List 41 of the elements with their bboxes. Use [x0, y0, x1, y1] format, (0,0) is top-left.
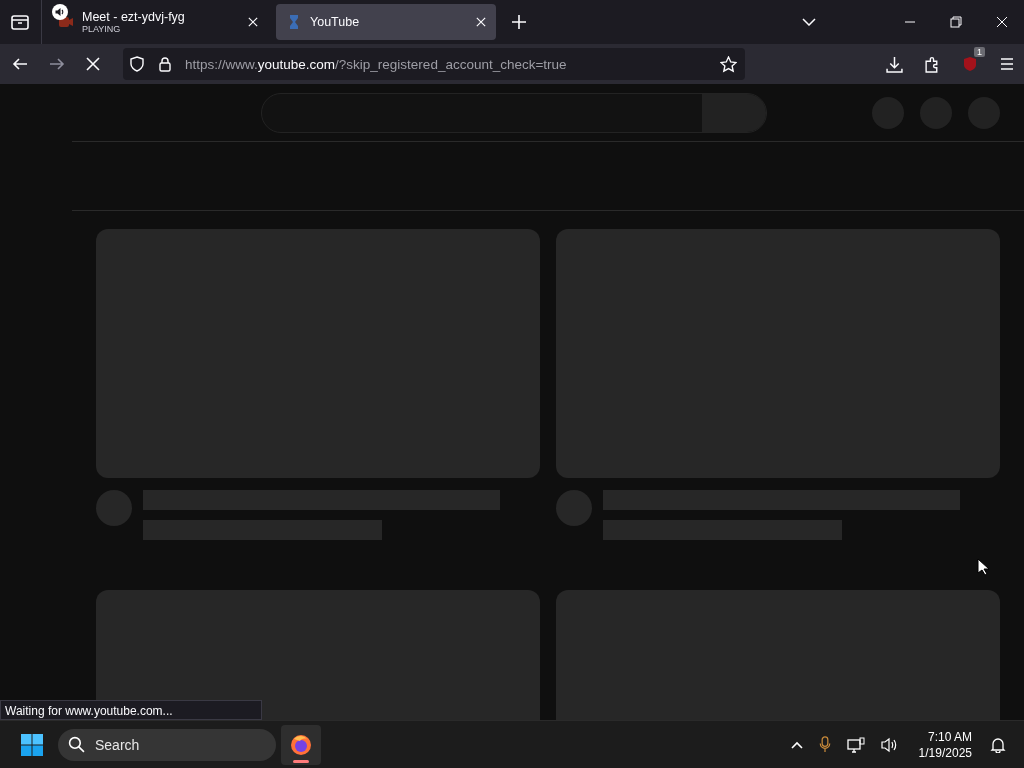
- bookmark-star-icon[interactable]: [720, 55, 737, 73]
- clock-time[interactable]: 7:10 AM: [927, 728, 972, 745]
- status-text: Waiting for www.youtube.com...: [0, 700, 262, 720]
- list-tabs-icon[interactable]: [802, 18, 816, 26]
- restore-icon[interactable]: [950, 16, 962, 28]
- taskbar-app[interactable]: [281, 724, 321, 765]
- browser-logo-icon: [289, 732, 313, 757]
- lock-icon[interactable]: [157, 56, 173, 72]
- search-icon: [68, 736, 85, 753]
- close-tab-icon[interactable]: [476, 17, 486, 27]
- tab-overview-icon[interactable]: [10, 12, 30, 32]
- browser-tab[interactable]: Meet - ezt-ydvj-fyg PLAYING: [48, 4, 268, 40]
- extension-badge: 1: [974, 47, 985, 57]
- taskbar-search-field[interactable]: Search: [58, 728, 276, 761]
- address-bar[interactable]: https://www.youtube.com/?skip_registered_account_check=true: [123, 48, 745, 80]
- url-text: https://www.youtube.com/?skip_registered_account_check=true: [185, 56, 567, 72]
- download-icon[interactable]: [886, 55, 903, 73]
- forward-icon[interactable]: [49, 56, 65, 72]
- browser-tab[interactable]: YouTube: [276, 4, 496, 40]
- new-tab-icon[interactable]: [512, 15, 526, 29]
- tab-title: YouTube: [310, 14, 361, 30]
- close-window-icon[interactable]: [996, 16, 1008, 28]
- mouse-cursor-icon: [977, 558, 989, 576]
- start-icon[interactable]: [20, 732, 44, 757]
- speaker-icon[interactable]: [52, 4, 68, 20]
- microphone-icon[interactable]: [818, 736, 831, 753]
- network-icon[interactable]: [846, 736, 865, 753]
- chevron-up-icon[interactable]: [790, 740, 803, 749]
- avatar-placeholder: [556, 490, 592, 526]
- search-placeholder: Search: [95, 736, 140, 753]
- speaker-icon[interactable]: [880, 736, 899, 753]
- avatar-placeholder: [96, 490, 132, 526]
- shield-icon[interactable]: [129, 56, 145, 72]
- back-icon[interactable]: [12, 56, 28, 72]
- clock-date[interactable]: 1/19/2025: [918, 744, 972, 761]
- tab-subtitle: PLAYING: [82, 24, 122, 35]
- close-tab-icon[interactable]: [248, 17, 258, 27]
- tab-title: Meet - ezt-ydvj-fyg: [82, 9, 186, 24]
- menu-icon[interactable]: [999, 56, 1015, 72]
- notification-bell-icon[interactable]: [990, 736, 1006, 753]
- stop-loading-icon[interactable]: [86, 57, 100, 71]
